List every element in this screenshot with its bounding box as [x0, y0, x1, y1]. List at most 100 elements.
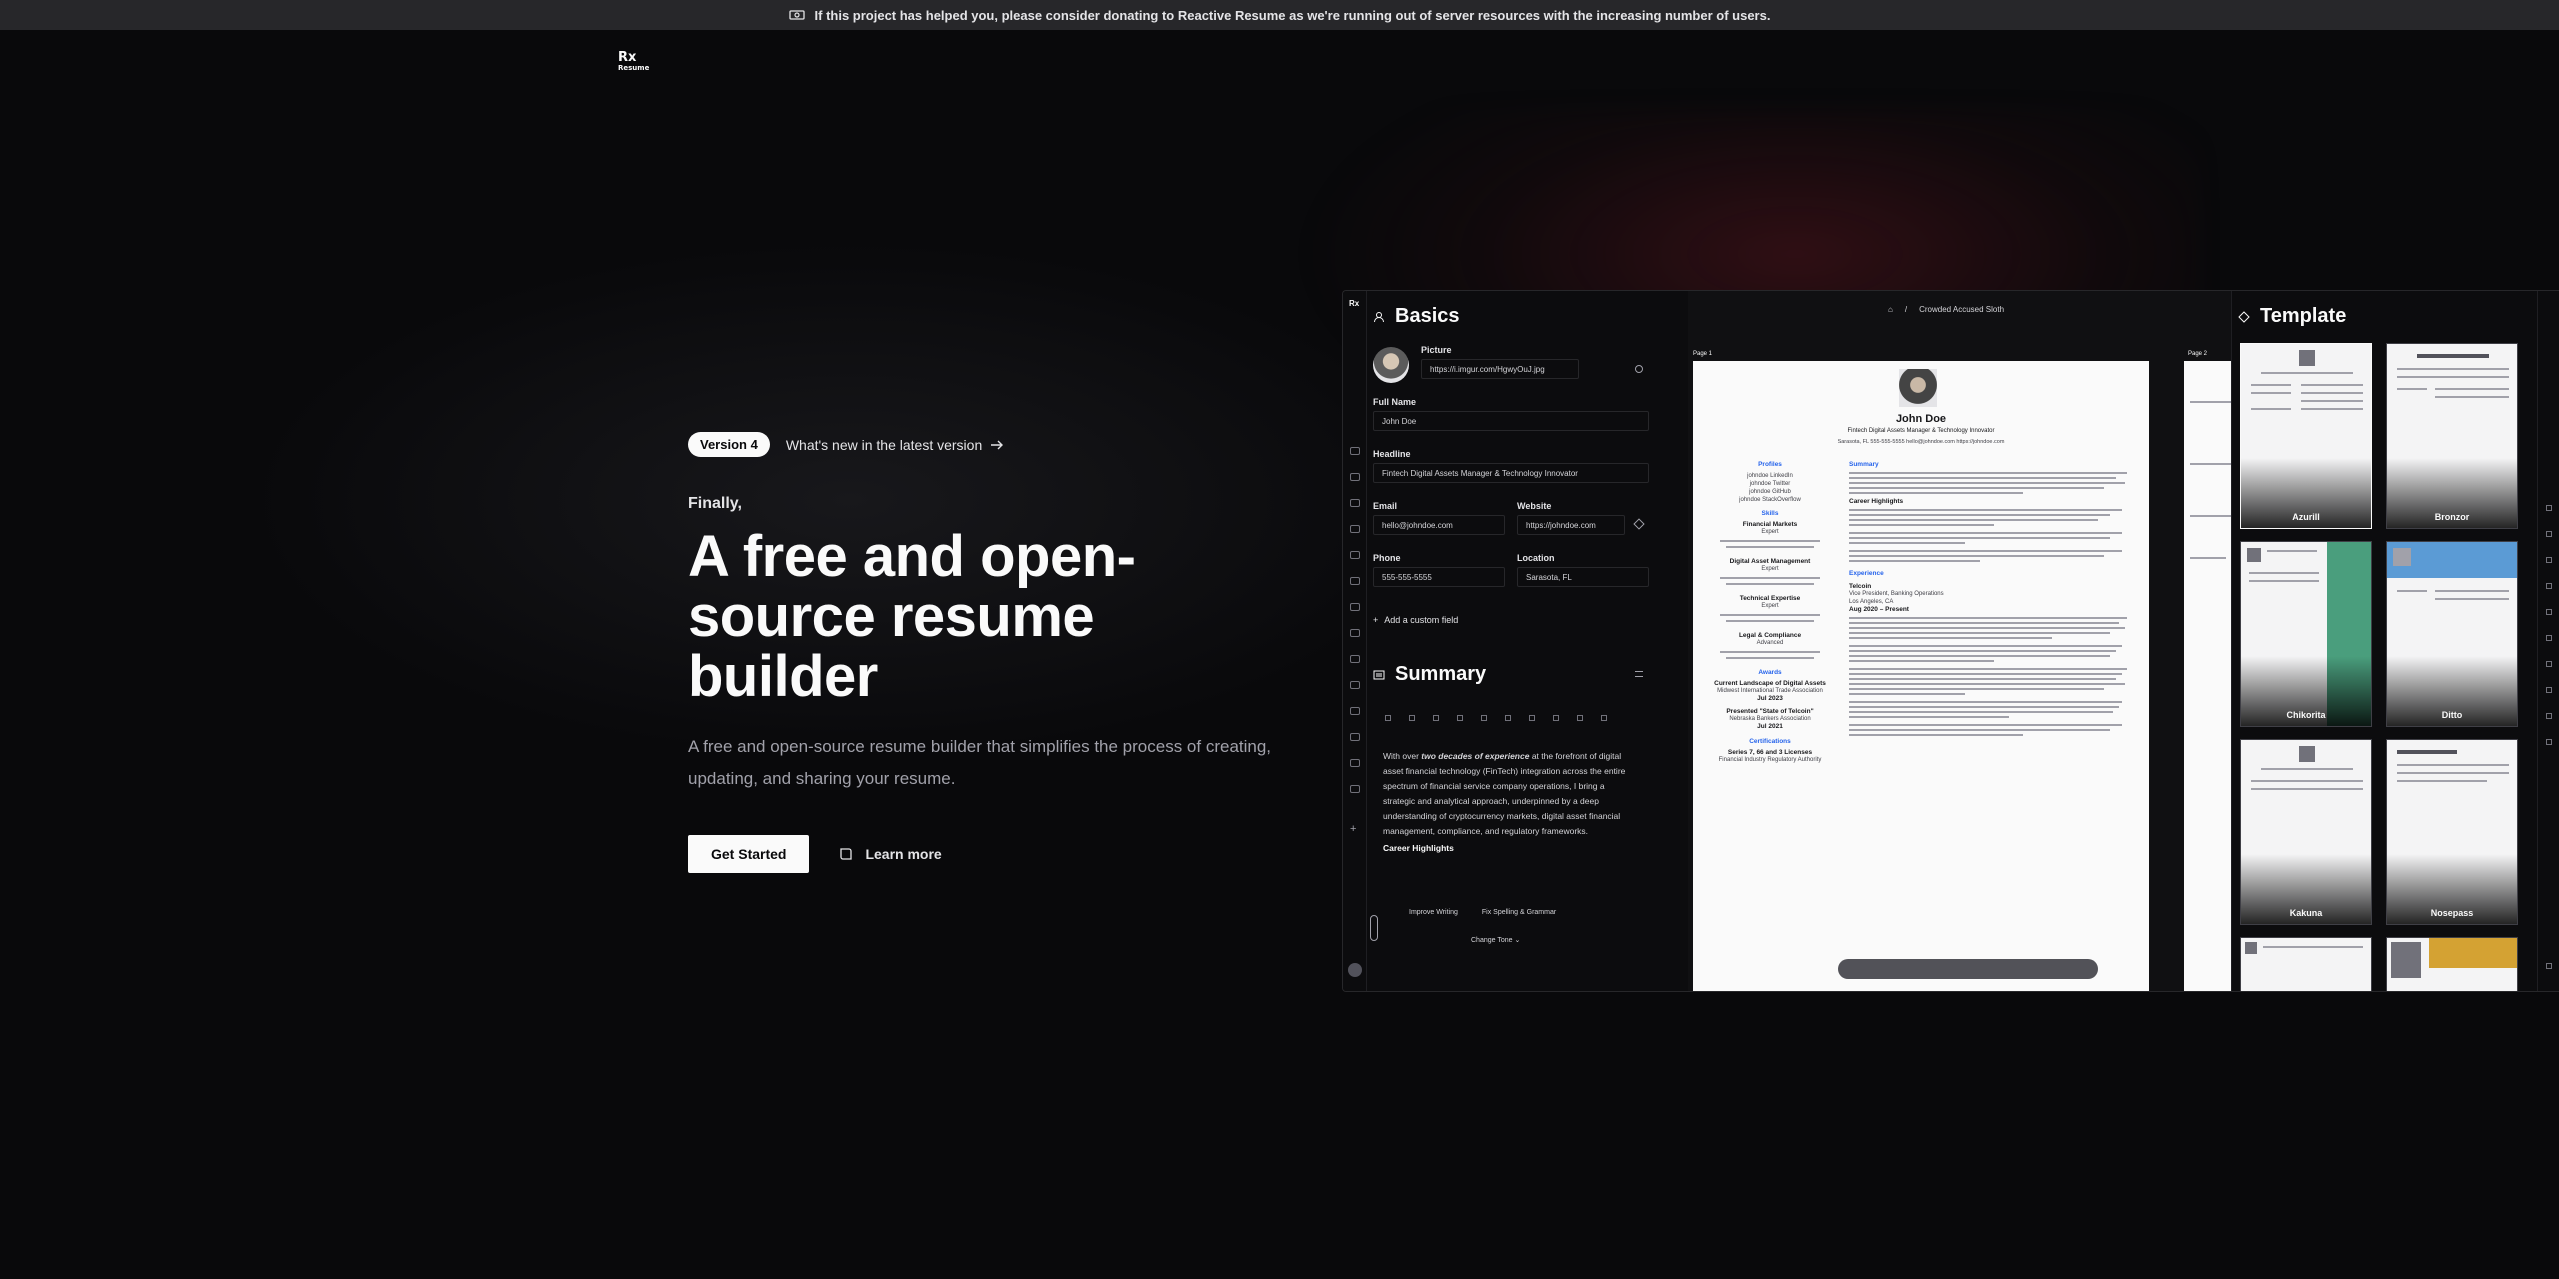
profile-item: johndoe Twitter [1749, 481, 1791, 487]
rail-summary-icon[interactable] [1350, 473, 1360, 481]
summary-icon [1373, 670, 1385, 679]
website-input[interactable]: https://johndoe.com [1517, 515, 1625, 535]
version-row: Version 4 What's new in the latest versi… [688, 432, 1328, 457]
resume-canvas: ⌂ / Crowded Accused Sloth Page 1 Page 2 J… [1688, 291, 2244, 991]
email-label: Email [1373, 501, 1398, 511]
zoom-toolbar[interactable] [1838, 959, 2098, 979]
summary-menu-icon[interactable] [1635, 671, 1643, 677]
rail-interests-icon[interactable] [1350, 681, 1360, 689]
rail-statistics-icon[interactable] [2546, 661, 2552, 667]
template-card-chikorita[interactable]: Chikorita [2240, 541, 2372, 727]
add-custom-field-button[interactable]: + Add a custom field [1373, 615, 1458, 625]
page-subtitle: A free and open-source resume builder th… [688, 737, 1272, 788]
avatar[interactable] [1348, 963, 1362, 977]
rail-references-icon[interactable] [1350, 785, 1360, 793]
donation-banner: If this project has helped you, please c… [0, 0, 2559, 30]
whats-new-link[interactable]: What's new in the latest version [786, 437, 1004, 453]
code-icon[interactable] [1529, 715, 1535, 721]
improve-writing-button[interactable]: Improve Writing [1409, 909, 1458, 916]
bold-icon[interactable] [1385, 715, 1391, 721]
template-card-kakuna[interactable]: Kakuna [2240, 739, 2372, 925]
rail-volunteer-icon[interactable] [1350, 759, 1360, 767]
rail-languages-icon[interactable] [1350, 603, 1360, 611]
home-icon[interactable]: ⌂ [1888, 305, 1893, 314]
rail-publications-icon[interactable] [1350, 733, 1360, 741]
headline-input[interactable]: Fintech Digital Assets Manager & Technol… [1373, 463, 1649, 483]
resume-contact: Sarasota, FL 555-555-5555 hello@johndoe.… [1837, 439, 2005, 445]
rail-notes-icon[interactable] [2546, 713, 2552, 719]
full-name-input[interactable]: John Doe [1373, 411, 1649, 431]
scroll-indicator[interactable] [1370, 915, 1378, 941]
location-input[interactable]: Sarasota, FL [1517, 567, 1649, 587]
rail-theme-icon[interactable] [2546, 583, 2552, 589]
summary-heading: Summary [1373, 663, 1486, 686]
template-card-ditto[interactable]: Ditto [2386, 541, 2518, 727]
page-title: A free and open-source resume builder [688, 524, 1136, 709]
hero-section: Version 4 What's new in the latest versi… [688, 432, 1328, 873]
summary-editor[interactable]: With over two decades of experience at t… [1383, 749, 1639, 856]
resume-role: Vice President, Banking Operations [1849, 591, 1944, 597]
template-card-azurill[interactable]: Azurill [2240, 343, 2372, 529]
rail-certifications-icon[interactable] [1350, 655, 1360, 663]
get-started-button[interactable]: Get Started [688, 835, 810, 873]
editor-toolbar [1385, 715, 1607, 721]
paragraph-icon[interactable] [1553, 715, 1559, 721]
redo-icon[interactable] [1601, 715, 1607, 721]
skills-heading: Skills [1761, 510, 1779, 517]
underline-icon[interactable] [1457, 715, 1463, 721]
learn-more-label: Learn more [865, 846, 942, 862]
rail-logo: Rx [1349, 299, 1360, 308]
editor-panel: Basics Picture https://i.imgur.com/HgwyO… [1370, 291, 1693, 991]
rail-template-icon[interactable] [2546, 505, 2552, 511]
rail-sharing-icon[interactable] [2546, 635, 2552, 641]
template-heading: Template [2238, 305, 2346, 328]
italic-icon[interactable] [1409, 715, 1415, 721]
rail-profiles-icon[interactable] [1350, 499, 1360, 507]
website-label: Website [1517, 501, 1552, 511]
rail-page-icon[interactable] [2546, 609, 2552, 615]
profile-picture[interactable] [1373, 347, 1409, 383]
rail-typography-icon[interactable] [2546, 557, 2552, 563]
rail-add-icon[interactable]: + [1350, 823, 1356, 835]
picture-settings-icon[interactable] [1635, 365, 1643, 373]
phone-input[interactable]: 555-555-5555 [1373, 567, 1505, 587]
template-card-7[interactable] [2240, 937, 2372, 991]
rail-projects-icon[interactable] [1350, 707, 1360, 715]
profiles-heading: Profiles [1758, 461, 1782, 468]
rail-information-icon[interactable] [2546, 739, 2552, 745]
highlight-icon[interactable] [1481, 715, 1487, 721]
chevron-down-icon: ⌄ [1514, 937, 1521, 944]
resume-career-highlights: Career Highlights [1849, 498, 1904, 505]
resume-role-dates: Aug 2020 – Present [1849, 606, 1909, 613]
link-icon[interactable] [1505, 715, 1511, 721]
summary-text-pre: With over [1383, 751, 1422, 761]
breadcrumb: ⌂ / Crowded Accused Sloth [1888, 305, 2004, 314]
logo[interactable]: Rx Resume [618, 51, 652, 82]
undo-icon[interactable] [1577, 715, 1583, 721]
rail-collapse-icon[interactable] [2546, 963, 2552, 969]
banner-text: If this project has helped you, please c… [814, 7, 1771, 23]
fix-spelling-button[interactable]: Fix Spelling & Grammar [1482, 909, 1556, 916]
version-badge: Version 4 [688, 432, 770, 457]
rail-skills-icon[interactable] [1350, 577, 1360, 585]
strike-icon[interactable] [1433, 715, 1439, 721]
resume-headline: Fintech Digital Assets Manager & Technol… [1847, 428, 1995, 434]
award-org: Midwest International Trade Association [1717, 688, 1823, 694]
template-card-nosepass[interactable]: Nosepass [2386, 739, 2518, 925]
template-card-8[interactable] [2386, 937, 2518, 991]
rail-export-icon[interactable] [2546, 687, 2552, 693]
template-card-bronzor[interactable]: Bronzor [2386, 343, 2518, 529]
email-input[interactable]: hello@johndoe.com [1373, 515, 1505, 535]
learn-more-button[interactable]: Learn more [839, 846, 942, 862]
summary-text-emph: two decades of experience [1421, 751, 1530, 761]
skill-level: Expert [1761, 566, 1779, 572]
rail-awards-icon[interactable] [1350, 629, 1360, 637]
rail-basics-icon[interactable] [1350, 447, 1360, 455]
rail-layout-icon[interactable] [2546, 531, 2552, 537]
tag-icon[interactable] [1633, 518, 1645, 530]
rail-education-icon[interactable] [1350, 551, 1360, 559]
picture-url-input[interactable]: https://i.imgur.com/HgwyOuJ.jpg [1421, 359, 1579, 379]
skill-name: Financial Markets [1742, 521, 1798, 528]
change-tone-button[interactable]: Change Tone ⌄ [1471, 936, 1520, 944]
rail-experience-icon[interactable] [1350, 525, 1360, 533]
